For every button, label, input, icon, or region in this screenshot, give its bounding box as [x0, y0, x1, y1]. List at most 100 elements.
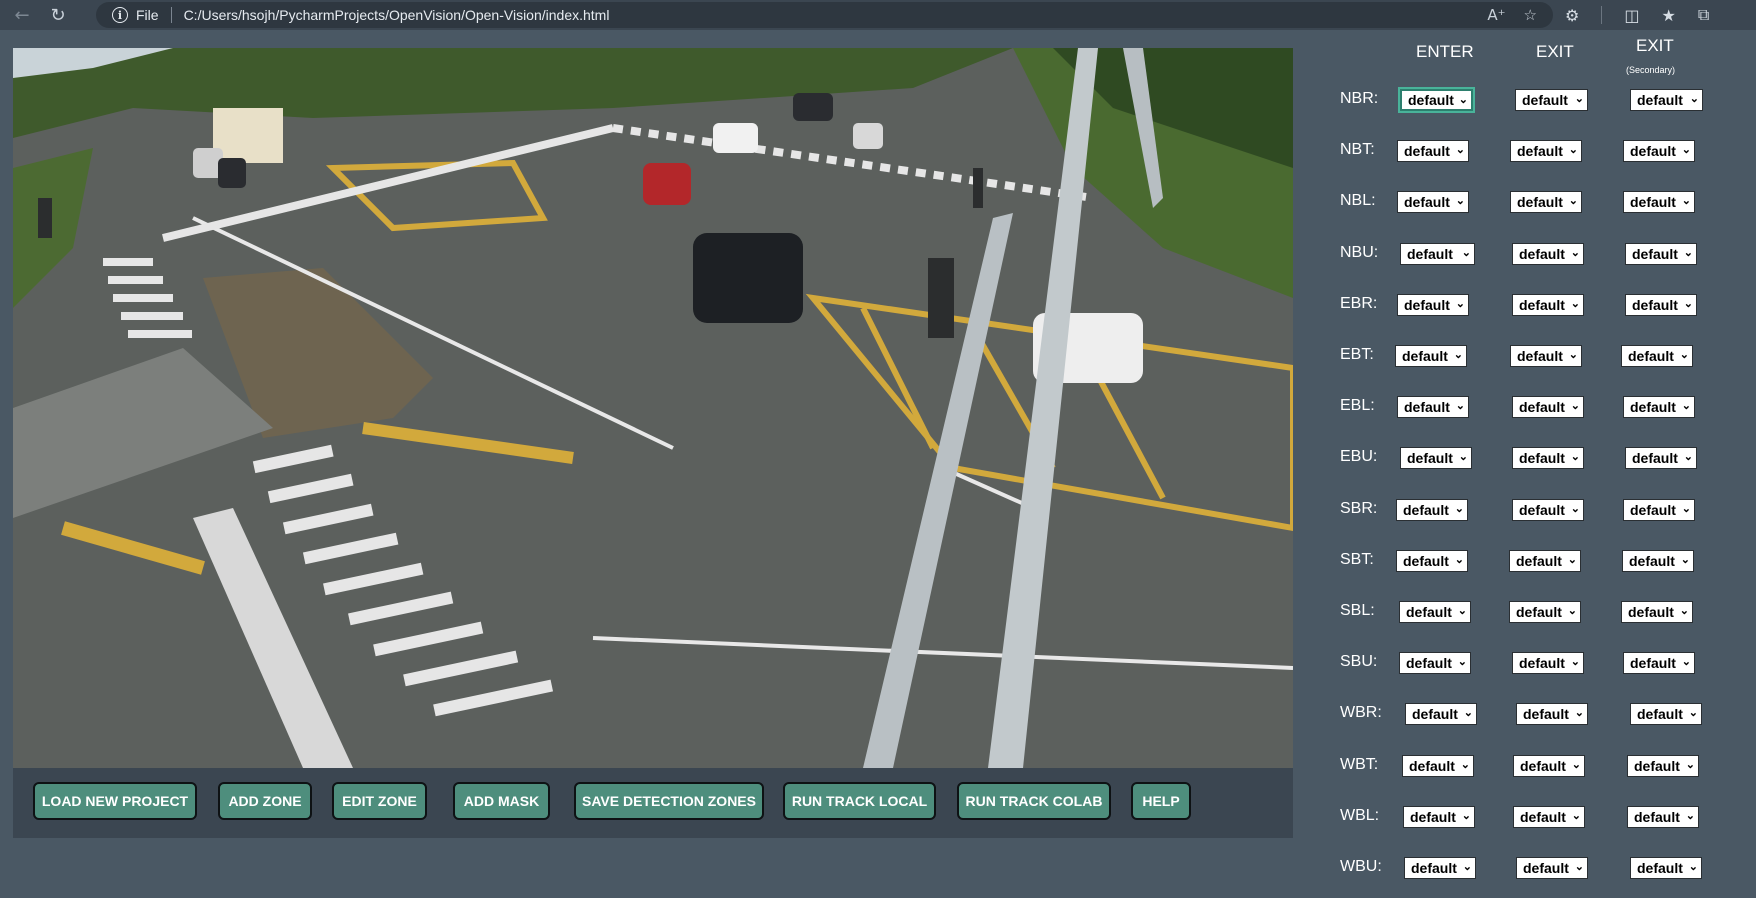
nbr-exit-secondary-select[interactable]: default ⌄	[1630, 89, 1703, 111]
nbt-enter-select[interactable]: default ⌄	[1397, 140, 1469, 162]
ebt-exit-secondary-select[interactable]: default ⌄	[1621, 345, 1693, 367]
load-new-project-button[interactable]: LOAD NEW PROJECT	[33, 782, 197, 820]
back-icon[interactable]: ←	[4, 0, 40, 30]
wbr-exit-select[interactable]: default ⌄	[1516, 703, 1588, 725]
help-button[interactable]: HELP	[1131, 782, 1191, 820]
sbt-enter-select[interactable]: default ⌄	[1396, 550, 1468, 572]
sbr-enter-select[interactable]: default ⌄	[1396, 499, 1468, 521]
ebu-enter-select[interactable]: default ⌄	[1400, 447, 1472, 469]
wbu-exit-secondary-select[interactable]: default ⌄	[1630, 857, 1702, 879]
collections-icon[interactable]: ⧉	[1698, 5, 1709, 25]
select-value: default	[1407, 450, 1453, 466]
wbu-enter-select[interactable]: default ⌄	[1404, 857, 1476, 879]
chevron-down-icon: ⌄	[1463, 707, 1473, 719]
chevron-down-icon: ⌄	[1688, 707, 1698, 719]
action-toolbar: LOAD NEW PROJECT ADD ZONE EDIT ZONE ADD …	[13, 768, 1293, 838]
exit-secondary-column-header: EXIT	[1636, 36, 1674, 55]
select-value: default	[1412, 706, 1458, 722]
chevron-down-icon: ⌄	[1681, 400, 1691, 412]
sbr-exit-secondary-select[interactable]: default ⌄	[1623, 499, 1695, 521]
nbl-enter-select[interactable]: default ⌄	[1397, 191, 1469, 213]
info-icon[interactable]: i	[112, 7, 128, 23]
nbr-enter-select[interactable]: default ⌄	[1398, 87, 1475, 113]
select-value: default	[1630, 194, 1676, 210]
sbu-exit-select[interactable]: default ⌄	[1512, 652, 1584, 674]
ebr-exit-secondary-select[interactable]: default ⌄	[1625, 294, 1697, 316]
nbt-exit-secondary-select[interactable]: default ⌄	[1623, 140, 1695, 162]
select-value: default	[1403, 553, 1449, 569]
address-bar[interactable]: i File C:/Users/hsojh/PycharmProjects/Op…	[96, 2, 1553, 28]
edit-zone-button[interactable]: EDIT ZONE	[332, 782, 427, 820]
select-value: default	[1519, 297, 1565, 313]
nbu-enter-select[interactable]: default ⌄	[1400, 243, 1475, 265]
select-value: default	[1522, 92, 1568, 108]
select-value: default	[1517, 143, 1563, 159]
ebt-exit-select[interactable]: default ⌄	[1510, 345, 1582, 367]
ebr-exit-select[interactable]: default ⌄	[1512, 294, 1584, 316]
favorite-icon[interactable]: ☆	[1524, 6, 1537, 24]
chevron-down-icon: ⌄	[1454, 503, 1464, 515]
ebu-exit-secondary-select[interactable]: default ⌄	[1625, 447, 1697, 469]
wbr-enter-select[interactable]: default ⌄	[1405, 703, 1477, 725]
chevron-down-icon: ⌄	[1568, 195, 1578, 207]
chevron-down-icon: ⌄	[1455, 400, 1465, 412]
sbt-exit-select[interactable]: default ⌄	[1509, 550, 1581, 572]
wbu-exit-select[interactable]: default ⌄	[1516, 857, 1588, 879]
ebu-exit-select[interactable]: default ⌄	[1512, 447, 1584, 469]
nbl-exit-select[interactable]: default ⌄	[1510, 191, 1582, 213]
chevron-down-icon: ⌄	[1568, 349, 1578, 361]
wbl-enter-select[interactable]: default ⌄	[1403, 806, 1475, 828]
nbt-exit-select[interactable]: default ⌄	[1510, 140, 1582, 162]
chevron-down-icon: ⌄	[1683, 451, 1693, 463]
chevron-down-icon: ⌄	[1570, 247, 1580, 259]
sbl-exit-select[interactable]: default ⌄	[1509, 601, 1581, 623]
sbu-exit-secondary-select[interactable]: default ⌄	[1623, 652, 1695, 674]
sbl-exit-secondary-select[interactable]: default ⌄	[1621, 601, 1693, 623]
ebl-enter-select[interactable]: default ⌄	[1397, 396, 1469, 418]
nbu-exit-select[interactable]: default ⌄	[1512, 243, 1584, 265]
chevron-down-icon: ⌄	[1567, 605, 1577, 617]
url-text[interactable]: C:/Users/hsojh/PycharmProjects/OpenVisio…	[184, 7, 610, 23]
movement-label-nbl: NBL:	[1340, 192, 1376, 209]
movement-label-sbr: SBR:	[1340, 500, 1378, 517]
wbl-exit-select[interactable]: default ⌄	[1513, 806, 1585, 828]
save-detection-zones-button[interactable]: SAVE DETECTION ZONES	[574, 782, 764, 820]
run-track-local-button[interactable]: RUN TRACK LOCAL	[783, 782, 936, 820]
wbt-exit-select[interactable]: default ⌄	[1513, 755, 1585, 777]
sbl-enter-select[interactable]: default ⌄	[1399, 601, 1471, 623]
chevron-down-icon: ⌄	[1455, 195, 1465, 207]
nbr-exit-select[interactable]: default ⌄	[1515, 89, 1588, 111]
ebt-enter-select[interactable]: default ⌄	[1395, 345, 1467, 367]
read-aloud-icon[interactable]: A⁺	[1487, 6, 1505, 24]
add-zone-button[interactable]: ADD ZONE	[218, 782, 312, 820]
favorites-icon[interactable]: ★	[1661, 6, 1675, 25]
toolbar-divider	[1601, 6, 1603, 24]
nbu-exit-secondary-select[interactable]: default ⌄	[1625, 243, 1697, 265]
wbl-exit-secondary-select[interactable]: default ⌄	[1627, 806, 1699, 828]
ebl-exit-secondary-select[interactable]: default ⌄	[1623, 396, 1695, 418]
nbl-exit-secondary-select[interactable]: default ⌄	[1623, 191, 1695, 213]
sbt-exit-secondary-select[interactable]: default ⌄	[1622, 550, 1694, 572]
traffic-camera-feed[interactable]	[13, 48, 1293, 768]
chevron-down-icon: ⌄	[1461, 810, 1471, 822]
refresh-icon[interactable]: ↻	[40, 0, 76, 30]
movement-label-ebr: EBR:	[1340, 295, 1378, 312]
sbu-enter-select[interactable]: default ⌄	[1399, 652, 1471, 674]
split-screen-icon[interactable]: ◫	[1624, 6, 1639, 25]
run-track-colab-button[interactable]: RUN TRACK COLAB	[957, 782, 1111, 820]
sbr-exit-select[interactable]: default ⌄	[1512, 499, 1584, 521]
chevron-down-icon: ⌄	[1685, 759, 1695, 771]
select-value: default	[1519, 246, 1565, 262]
select-value: default	[1520, 758, 1566, 774]
browser-toolbar: ← ↻ i File C:/Users/hsojh/PycharmProject…	[0, 0, 1756, 30]
wbt-enter-select[interactable]: default ⌄	[1402, 755, 1474, 777]
add-mask-button[interactable]: ADD MASK	[453, 782, 550, 820]
scheme-label: File	[136, 7, 159, 23]
select-value: default	[1519, 450, 1565, 466]
ebr-enter-select[interactable]: default ⌄	[1397, 294, 1469, 316]
wbr-exit-secondary-select[interactable]: default ⌄	[1630, 703, 1702, 725]
ebl-exit-select[interactable]: default ⌄	[1512, 396, 1584, 418]
wbt-exit-secondary-select[interactable]: default ⌄	[1627, 755, 1699, 777]
chevron-down-icon: ⌄	[1683, 298, 1693, 310]
extensions-icon[interactable]: ⚙	[1565, 6, 1579, 25]
